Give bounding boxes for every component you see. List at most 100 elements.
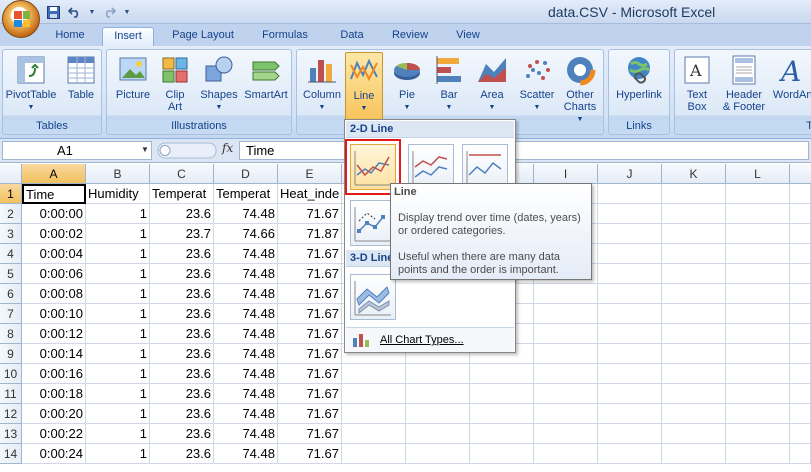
insert-function-icon[interactable]: fx [222,141,233,155]
area-chart-button[interactable]: Area ▼ [471,52,513,118]
table-cell[interactable]: 23.6 [150,324,214,344]
picture-button[interactable]: Picture [111,52,155,118]
table-cell[interactable]: 1 [86,264,150,284]
customize-qat-icon[interactable]: ▼ [122,4,132,20]
table-cell[interactable] [662,444,726,464]
table-cell[interactable] [662,224,726,244]
name-box[interactable]: A1 [2,141,152,160]
table-cell[interactable] [598,184,662,204]
row-header[interactable]: 8 [0,324,22,344]
table-cell[interactable]: 1 [86,384,150,404]
table-cell[interactable]: 71.67 [278,384,342,404]
all-chart-types-button[interactable]: All Chart Types... [346,327,514,352]
table-cell[interactable]: 23.6 [150,404,214,424]
table-cell[interactable]: 1 [86,204,150,224]
table-cell[interactable]: Temperat [150,184,214,204]
table-cell[interactable]: 74.48 [214,384,278,404]
row-header[interactable]: 5 [0,264,22,284]
table-cell[interactable] [598,224,662,244]
table-cell[interactable] [726,384,790,404]
table-cell[interactable] [598,444,662,464]
row-header[interactable]: 6 [0,284,22,304]
table-cell[interactable]: 23.6 [150,384,214,404]
table-cell[interactable] [790,244,811,264]
table-cell[interactable]: Temperat [214,184,278,204]
table-cell[interactable]: 23.6 [150,204,214,224]
table-cell[interactable]: 0:00:24 [22,444,86,464]
table-cell[interactable] [470,424,534,444]
table-cell[interactable]: 1 [86,244,150,264]
table-cell[interactable]: 71.67 [278,404,342,424]
table-cell[interactable]: 71.87 [278,224,342,244]
pivottable-button[interactable]: PivotTable ▼ [5,52,57,118]
table-cell[interactable] [662,324,726,344]
table-cell[interactable]: 74.48 [214,284,278,304]
table-cell[interactable]: 71.67 [278,444,342,464]
table-cell[interactable]: 1 [86,364,150,384]
active-cell-a1[interactable]: Time [22,184,86,204]
row-header[interactable]: 11 [0,384,22,404]
table-cell[interactable]: 74.48 [214,204,278,224]
table-cell[interactable] [662,384,726,404]
bar-chart-button[interactable]: Bar ▼ [429,52,469,118]
tab-formulas[interactable]: Formulas [252,27,318,46]
table-cell[interactable]: 71.67 [278,304,342,324]
hyperlink-button[interactable]: Hyperlink [611,52,667,118]
table-cell[interactable] [406,384,470,404]
row-header[interactable]: 4 [0,244,22,264]
table-cell[interactable] [662,344,726,364]
select-all-corner[interactable] [0,164,22,184]
table-cell[interactable]: 74.48 [214,404,278,424]
table-cell[interactable] [470,364,534,384]
table-cell[interactable]: 0:00:20 [22,404,86,424]
table-cell[interactable] [726,404,790,424]
clip-art-button[interactable]: Clip Art [157,52,193,118]
formula-input[interactable]: Time [239,141,809,160]
table-cell[interactable] [790,264,811,284]
tab-review[interactable]: Review [384,27,436,46]
table-cell[interactable]: 74.66 [214,224,278,244]
table-cell[interactable] [662,264,726,284]
row-header[interactable]: 7 [0,304,22,324]
table-cell[interactable]: 23.6 [150,244,214,264]
column-header-m[interactable] [790,164,811,184]
table-cell[interactable] [534,384,598,404]
table-cell[interactable] [598,344,662,364]
table-cell[interactable] [406,364,470,384]
table-cell[interactable]: 71.67 [278,204,342,224]
table-cell[interactable] [726,444,790,464]
table-cell[interactable] [598,364,662,384]
table-cell[interactable] [342,404,406,424]
table-cell[interactable] [406,424,470,444]
table-cell[interactable] [726,324,790,344]
table-cell[interactable]: 71.67 [278,284,342,304]
table-cell[interactable] [406,444,470,464]
tab-page-layout[interactable]: Page Layout [166,27,240,46]
table-cell[interactable] [598,384,662,404]
text-box-button[interactable]: A Text Box [677,52,717,118]
table-cell[interactable] [790,184,811,204]
smartart-button[interactable]: SmartArt [241,52,291,118]
table-cell[interactable] [790,424,811,444]
tab-data[interactable]: Data [330,27,374,46]
table-cell[interactable]: 71.67 [278,264,342,284]
line-chart-button[interactable]: Line ▼ [345,52,383,120]
table-cell[interactable]: 0:00:18 [22,384,86,404]
row-header[interactable]: 3 [0,224,22,244]
table-cell[interactable]: 74.48 [214,444,278,464]
table-cell[interactable]: 1 [86,444,150,464]
table-cell[interactable] [790,324,811,344]
row-header[interactable]: 1 [0,184,22,204]
column-header-d[interactable]: D [214,164,278,184]
column-header-b[interactable]: B [86,164,150,184]
table-cell[interactable]: 71.67 [278,424,342,444]
redo-icon[interactable] [100,4,118,20]
table-cell[interactable] [470,384,534,404]
table-cell[interactable] [598,424,662,444]
table-cell[interactable]: 1 [86,284,150,304]
table-cell[interactable]: 23.6 [150,344,214,364]
table-cell[interactable]: Humidity [86,184,150,204]
column-header-c[interactable]: C [150,164,214,184]
table-cell[interactable]: 71.67 [278,364,342,384]
table-cell[interactable] [726,224,790,244]
